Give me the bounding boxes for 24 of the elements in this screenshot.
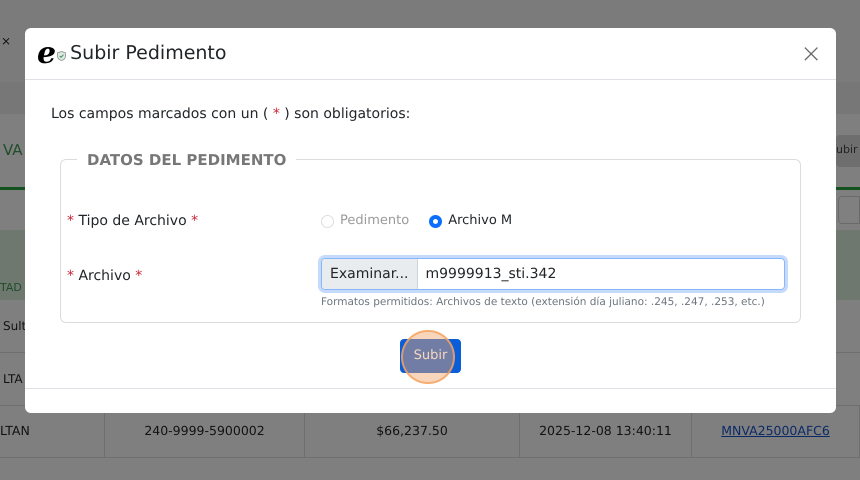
table-cell-text: LTA (2, 371, 24, 388)
table-cell-text: 240-9999-5900002 (144, 422, 265, 440)
column-header: TAD (0, 280, 23, 296)
required-fields-note: Los campos marcados con un ( * ) son obligatorios: (51, 105, 412, 124)
table-cell-text: 2025-12-08 13:40:11 (539, 422, 672, 440)
close-glyph[interactable]: × (1, 32, 12, 50)
table-cell-text: Sult (2, 318, 25, 335)
upload-button[interactable]: ubir (836, 134, 860, 166)
field-label: * Archivo * (67, 267, 144, 286)
file-input-field[interactable]: Examinar... m9999913_sti.342 (321, 258, 785, 290)
close-button[interactable]: × (800, 40, 822, 66)
shield-icon (57, 50, 66, 60)
page-heading: VA (2, 140, 23, 162)
radio-option[interactable]: Archivo M (429, 211, 512, 231)
format-hint: Formatos permitidos: Archivos de texto (extensión día juliano: .245, .247, .253, etc.) (321, 295, 766, 310)
file-name-value: m9999913_sti.342 (424, 264, 558, 284)
table-cell-text: LTAN (0, 422, 30, 440)
browse-button[interactable]: Examinar... (322, 259, 418, 289)
logo-letter: e (37, 38, 56, 68)
record-link[interactable]: MNVA25000AFC6 (721, 422, 830, 441)
field-label: * Tipo de Archivo * (67, 212, 200, 230)
table-cell-text: $66,237.50 (376, 422, 448, 440)
upload-submit-button[interactable]: Subir (400, 339, 462, 373)
dialog-title: Subir Pedimento (70, 41, 227, 66)
